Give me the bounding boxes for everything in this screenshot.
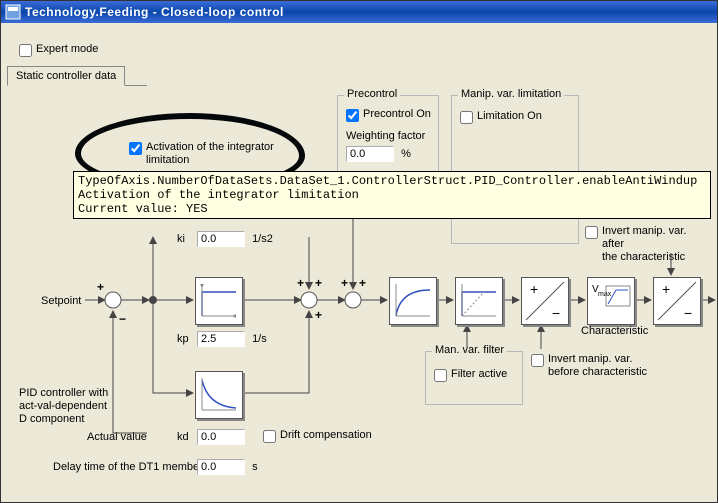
kp-unit: 1/s [252,333,267,345]
filter-active-checkbox[interactable]: Filter active [434,368,507,382]
precontrol-on-label: Precontrol On [363,108,431,121]
invert-before-label: Invert manip. var. before characteristic [548,353,647,379]
weighting-factor-input[interactable]: 0.0 [346,146,394,162]
ki-input[interactable]: 0.0 [197,231,245,247]
limitation-on-label: Limitation On [477,110,542,123]
titlebar: Technology.Feeding - Closed-loop control [1,1,717,23]
ki-label: ki [177,233,185,245]
delay-time-unit: s [252,461,258,473]
limitation-on-checkbox[interactable]: Limitation On [460,110,542,124]
svg-text:+: + [315,308,322,322]
svg-text:−: − [552,305,560,321]
precontrol-on-checkbox[interactable]: Precontrol On [346,108,431,122]
filter-active-label: Filter active [451,368,507,381]
filter-active-input[interactable] [434,369,447,382]
expert-mode-input[interactable] [19,44,32,57]
tab-static-controller-data[interactable]: Static controller data [7,66,125,86]
app-icon [5,4,21,20]
kd-input[interactable]: 0.0 [197,429,245,445]
window-title: Technology.Feeding - Closed-loop control [25,5,284,19]
client-area: Expert mode Static controller data Preco… [1,23,717,502]
ki-unit: 1/s2 [252,233,273,245]
invert-after-input[interactable] [585,226,598,239]
group-man-var-filter: Man. var. filter Filter active [425,351,523,405]
svg-text:+: + [315,276,322,290]
tooltip-antiwindup: TypeOfAxis.NumberOfDataSets.DataSet_1.Co… [73,171,711,219]
svg-text:−: − [684,305,692,321]
kp-label: kp [177,333,189,345]
svg-text:+: + [662,281,670,297]
block-kp-gain[interactable] [195,277,243,325]
delay-time-label: Delay time of the DT1 member [53,461,203,473]
drift-compensation-checkbox[interactable]: Drift compensation [263,429,372,443]
block-invert-2[interactable]: +− [653,277,701,325]
svg-text:+: + [530,281,538,297]
svg-text:−: − [119,312,126,326]
precontrol-on-input[interactable] [346,109,359,122]
invert-after-label: Invert manip. var. after the characteris… [602,225,711,264]
kp-input[interactable]: 2.5 [197,331,245,347]
invert-after-checkbox[interactable]: Invert manip. var. after the characteris… [585,225,711,264]
block-dt1[interactable] [195,371,243,419]
svg-text:+: + [359,276,366,290]
group-precontrol-legend: Precontrol [344,88,400,100]
block-characteristic[interactable]: Vmax [587,277,635,325]
invert-before-checkbox[interactable]: Invert manip. var. before characteristic [531,353,661,379]
svg-text:+: + [297,276,304,290]
pid-caption: PID controller with act-val-dependent D … [19,387,108,426]
weighting-factor-label: Weighting factor [346,130,425,142]
svg-text:max: max [598,291,612,298]
setpoint-label: Setpoint [41,295,81,307]
app-window: Technology.Feeding - Closed-loop control… [0,0,718,503]
delay-time-input[interactable]: 0.0 [197,459,245,475]
drift-compensation-label: Drift compensation [280,429,372,442]
group-manip-var-lim: Manip. var. limitation Limitation On [451,95,579,177]
invert-before-input[interactable] [531,354,544,367]
group-manip-var-lim-legend: Manip. var. limitation [458,88,564,100]
block-pt1[interactable] [389,277,437,325]
limitation-on-input[interactable] [460,111,473,124]
block-ramp[interactable] [455,277,503,325]
expert-mode-label: Expert mode [36,43,98,56]
actual-value-label: Actual value [87,431,147,443]
kd-label: kd [177,431,189,443]
group-man-var-filter-legend: Man. var. filter [432,344,507,356]
block-invert-1[interactable]: +− [521,277,569,325]
svg-text:+: + [97,280,104,294]
expert-mode-checkbox[interactable]: Expert mode [19,43,98,57]
svg-text:+: + [341,276,348,290]
drift-compensation-input[interactable] [263,430,276,443]
weighting-factor-unit: % [401,148,411,160]
characteristic-label: Characteristic [581,325,648,337]
